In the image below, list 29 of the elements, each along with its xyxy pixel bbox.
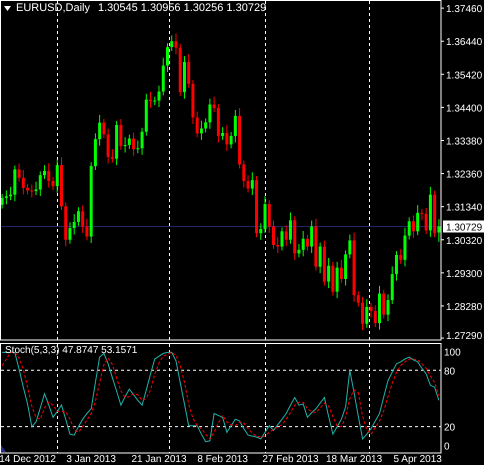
price-axis-label: 1.36440 [446, 37, 482, 48]
date-label: 14 Dec 2012 [0, 454, 56, 465]
dropdown-icon[interactable] [4, 6, 11, 11]
price-axis-label: 1.32360 [446, 170, 482, 181]
price-axis-label: 1.30320 [446, 236, 482, 247]
date-label: 18 Mar 2013 [326, 454, 382, 465]
chart-symbol: EURUSD,Daily [16, 3, 90, 14]
price-axis-label: 1.37460 [446, 4, 482, 16]
price-axis-label: 1.34400 [446, 103, 482, 114]
date-label: 3 Jan 2013 [66, 454, 116, 465]
price-axis-label: 1.31340 [446, 202, 482, 214]
indicator-label: Stoch(5,3,3) 47.8747 53.1571 [5, 346, 138, 356]
date-label: 21 Jan 2013 [131, 454, 187, 465]
price-axis-label: 1.27290 [446, 331, 482, 341]
corner-marker-icon [1, 445, 6, 452]
date-label: 5 Apr 2013 [394, 454, 442, 465]
price-axis-label: 1.35420 [446, 70, 482, 82]
indicator-axis-label: 0 [444, 441, 450, 452]
price-axis-label: 1.28280 [446, 302, 482, 313]
ohlc-readout: 1.30545 1.30956 1.30256 1.30729 [98, 3, 266, 14]
price-axis-label: 1.33380 [446, 136, 482, 148]
current-price-tag: 1.30729 [443, 220, 484, 234]
date-label: 27 Feb 2013 [262, 454, 319, 465]
indicator-axis-label: 20 [444, 422, 456, 434]
indicator-axis-label: 100 [444, 348, 461, 358]
price-axis-label: 1.29300 [446, 268, 482, 280]
ref-line-label: 1.30729 [446, 222, 483, 234]
date-label: 8 Feb 2013 [197, 454, 248, 465]
indicator-axis-label: 80 [444, 366, 456, 378]
